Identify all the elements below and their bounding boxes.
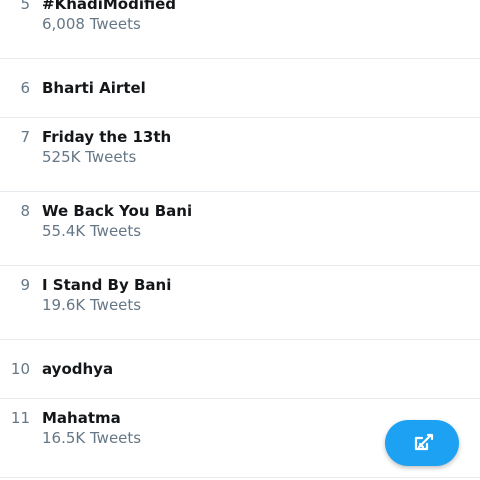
trend-rank: 9 — [20, 276, 30, 294]
trend-rank: 8 — [20, 202, 30, 220]
trend-rank: 6 — [20, 79, 30, 97]
trend-tweet-count: 19.6K Tweets — [42, 296, 142, 314]
trend-rank: 7 — [20, 128, 30, 146]
trend-item-7[interactable]: 7 Friday the 13th 525K Tweets — [0, 118, 480, 192]
trends-list: 5 #KhadiModified 6,008 Tweets 6 Bharti A… — [0, 0, 480, 473]
trend-name: Bharti Airtel — [42, 79, 146, 97]
trend-name: Mahatma — [42, 409, 121, 427]
trend-item-5[interactable]: 5 #KhadiModified 6,008 Tweets — [0, 0, 480, 59]
trend-tweet-count: 55.4K Tweets — [42, 222, 142, 240]
trend-item-8[interactable]: 8 We Back You Bani 55.4K Tweets — [0, 192, 480, 266]
trend-name: ayodhya — [42, 360, 114, 378]
trend-rank: 10 — [10, 360, 30, 378]
trend-tweet-count: 16.5K Tweets — [42, 429, 142, 447]
trend-item-10[interactable]: 10 ayodhya — [0, 340, 480, 399]
trend-name: Friday the 13th — [42, 128, 172, 146]
trend-name: I Stand By Bani — [42, 276, 172, 294]
compose-tweet-icon — [414, 433, 434, 451]
trend-tweet-count: 6,008 Tweets — [42, 15, 141, 33]
trend-name: #KhadiModified — [42, 0, 177, 13]
trends-screen: 5 #KhadiModified 6,008 Tweets 6 Bharti A… — [0, 0, 480, 480]
trend-name: We Back You Bani — [42, 202, 193, 220]
trend-rank: 11 — [10, 409, 30, 427]
trend-tweet-count: 525K Tweets — [42, 148, 137, 166]
compose-tweet-button[interactable] — [385, 420, 459, 466]
list-divider — [0, 477, 480, 478]
trend-item-6[interactable]: 6 Bharti Airtel — [0, 59, 480, 118]
trend-rank: 5 — [20, 0, 30, 13]
trend-item-9[interactable]: 9 I Stand By Bani 19.6K Tweets — [0, 266, 480, 340]
